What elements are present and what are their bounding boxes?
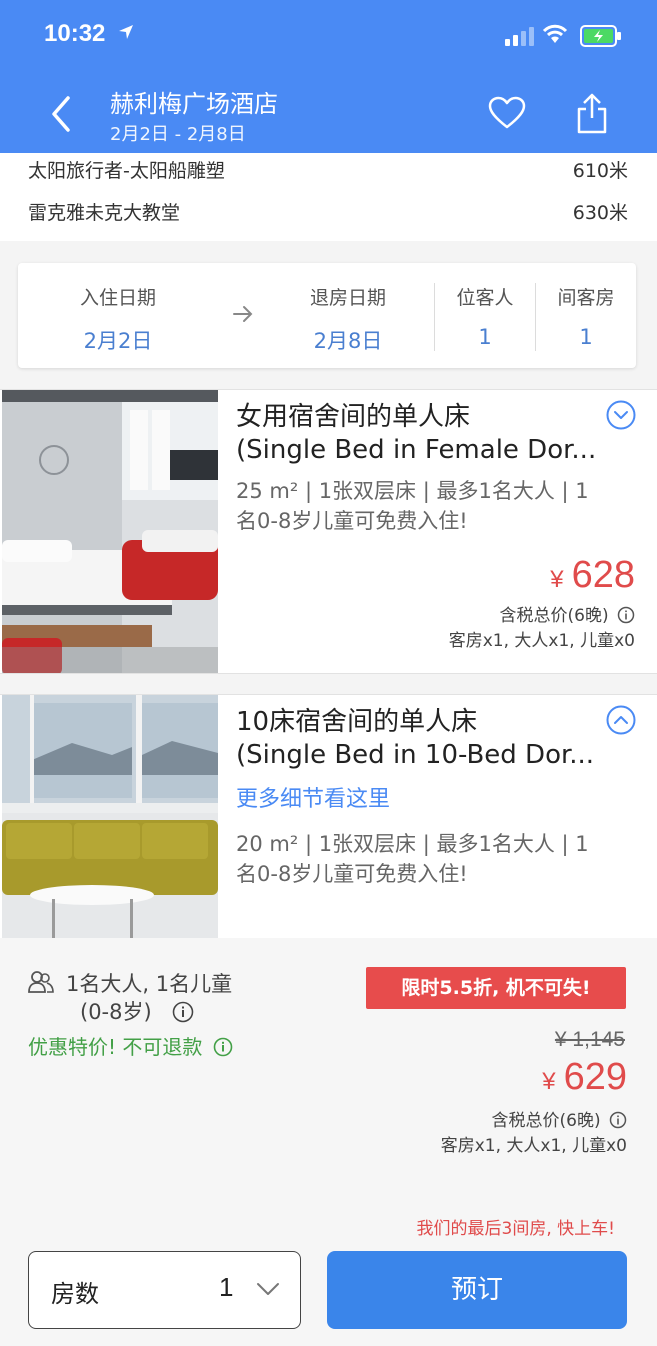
price-note-text: 含税总价(6晚) [499, 606, 609, 626]
rooms-value: 1 [579, 325, 593, 349]
special-offer: 优惠特价! 不可退款 [28, 1031, 233, 1060]
status-bar: 10:32 [0, 0, 657, 70]
nearby-item: 太阳旅行者-太阳船雕塑 610米 [28, 156, 628, 188]
nearby-distance: 630米 [572, 202, 628, 224]
price-note: 含税总价(6晚) [500, 601, 636, 626]
original-price: ¥ 1,145 [554, 1028, 625, 1051]
price-note-text: 含税总价(6晚) [491, 1111, 601, 1131]
booking-panel: 1名大人, 1名儿童 (0-8岁) 优惠特价! 不可退款 限时5.5折, 机不可… [0, 938, 657, 1346]
checkout-label: 退房日期 [309, 287, 386, 309]
promo-badge: 限时5.5折, 机不可失! [366, 967, 626, 1009]
scarcity-note: 我们的最后3间房, 快上车! [416, 1219, 615, 1239]
room-details: 25 m² | 1张双层床 | 最多1名大人 | 1 名0-8岁儿童可免费入住! [236, 476, 628, 536]
room-card[interactable]: 女用宿舍间的单人床 (Single Bed in Female Dor... 2… [0, 389, 657, 674]
room-title-line: (Single Bed in 10-Bed Dor... [236, 740, 595, 770]
nearby-item: 雷克雅未克大教堂 630米 [28, 198, 628, 230]
nearby-distance: 610米 [572, 160, 628, 182]
nearby-attractions: 太阳旅行者-太阳船雕塑 610米 雷克雅未克大教堂 630米 [0, 153, 657, 241]
chevron-down-icon[interactable] [606, 400, 636, 430]
room-photo [2, 390, 218, 673]
hotel-dates: 2月2日 - 2月8日 [110, 124, 246, 145]
guests-value: 1 [478, 325, 492, 349]
guests-label: 位客人 [456, 287, 514, 309]
room-detail-line: 名0-8岁儿童可免费入住! [236, 862, 468, 886]
share-icon[interactable] [576, 92, 608, 134]
room-title-line: 女用宿舍间的单人床 [236, 402, 471, 432]
checkin-date[interactable]: 入住日期 2月2日 [18, 263, 218, 368]
price-value: 628 [571, 554, 635, 596]
room-title-line: 10床宿舍间的单人床 [236, 707, 478, 737]
guests-age: (0-8岁) [80, 996, 194, 1026]
nearby-name: 太阳旅行者-太阳船雕塑 [28, 160, 225, 182]
app-header: 10:32 赫利梅广场酒店 2月2日 - 2月8日 [0, 0, 657, 153]
info-icon[interactable] [617, 606, 635, 624]
info-icon[interactable] [213, 1037, 233, 1057]
price-value: 629 [563, 1056, 627, 1098]
room-price: ¥628 [550, 554, 635, 597]
room-quantity-select[interactable]: 房数 1 [28, 1251, 301, 1329]
chevron-down-icon [257, 1283, 279, 1295]
room-detail-line: 20 m² | 1张双层床 | 最多1名大人 | 1 [236, 832, 589, 856]
rooms-selector[interactable]: 间客房 1 [536, 263, 636, 368]
location-arrow-icon [119, 25, 133, 39]
heart-icon[interactable] [488, 96, 526, 130]
room-card[interactable]: 10床宿舍间的单人床 (Single Bed in 10-Bed Dor... … [0, 694, 657, 938]
info-icon[interactable] [172, 1001, 194, 1023]
guests-icon [28, 971, 54, 993]
room-title-line: (Single Bed in Female Dor... [236, 435, 597, 465]
room-detail-line: 25 m² | 1张双层床 | 最多1名大人 | 1 [236, 479, 589, 503]
room-title: 10床宿舍间的单人床 (Single Bed in 10-Bed Dor... [236, 706, 616, 772]
nearby-name: 雷克雅未克大教堂 [28, 202, 181, 224]
more-details-link[interactable]: 更多细节看这里 [236, 781, 390, 813]
back-arrow-icon[interactable] [46, 92, 82, 136]
info-icon[interactable] [609, 1111, 627, 1129]
date-selector: 入住日期 2月2日 退房日期 2月8日 位客人 1 间客房 1 [18, 263, 636, 368]
battery-icon [580, 25, 621, 47]
checkout-value: 2月8日 [313, 329, 383, 353]
wifi-icon [542, 24, 568, 43]
room-title: 女用宿舍间的单人床 (Single Bed in Female Dor... [236, 401, 616, 467]
occupancy-note: 客房x1, 大人x1, 儿童x0 [448, 631, 635, 651]
price-note: 含税总价(6晚) [492, 1106, 628, 1131]
room-detail-line: 名0-8岁儿童可免费入住! [236, 509, 468, 533]
hotel-title: 赫利梅广场酒店 [110, 90, 278, 118]
checkout-date[interactable]: 退房日期 2月8日 [248, 263, 448, 368]
currency-symbol: ¥ [550, 566, 564, 593]
signal-icon [505, 27, 534, 46]
quantity-value: 1 [219, 1272, 234, 1302]
room-details: 20 m² | 1张双层床 | 最多1名大人 | 1 名0-8岁儿童可免费入住! [236, 829, 628, 889]
guests-selector[interactable]: 位客人 1 [435, 263, 535, 368]
currency-symbol: ¥ [542, 1068, 556, 1095]
checkin-value: 2月2日 [83, 329, 153, 353]
book-button[interactable]: 预订 [327, 1251, 627, 1329]
chevron-up-icon[interactable] [606, 705, 636, 735]
checkin-label: 入住日期 [79, 287, 156, 309]
booking-price: ¥629 [542, 1056, 627, 1099]
status-time: 10:32 [44, 20, 106, 47]
quantity-label: 房数 [51, 1280, 99, 1308]
rooms-label: 间客房 [557, 287, 615, 309]
occupancy-note: 客房x1, 大人x1, 儿童x0 [440, 1136, 627, 1156]
special-offer-text: 优惠特价! 不可退款 [28, 1035, 203, 1059]
room-photo [2, 695, 218, 938]
guests-summary: 1名大人, 1名儿童 [66, 972, 233, 996]
guests-age-text: (0-8岁) [80, 1000, 152, 1024]
